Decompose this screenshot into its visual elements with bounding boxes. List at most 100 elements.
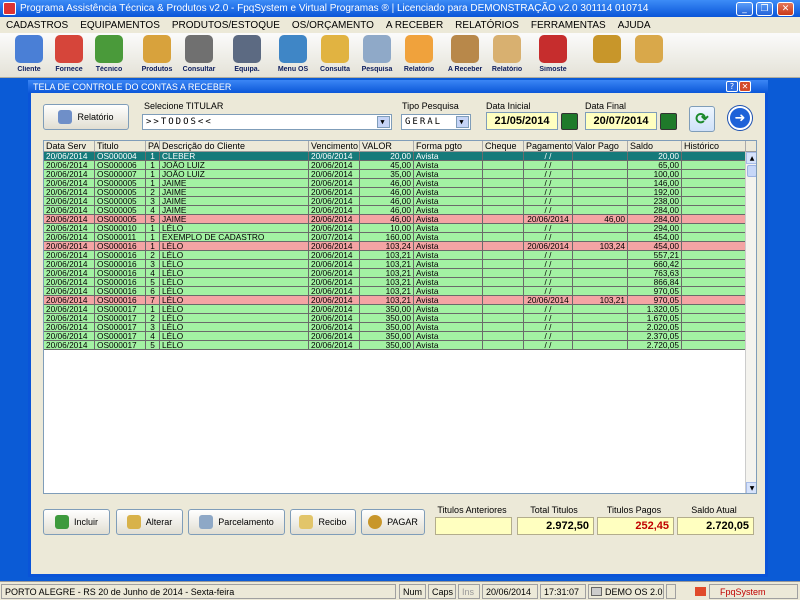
toolbar-button-7[interactable]: Consulta bbox=[316, 35, 354, 77]
refresh-button[interactable]: ⟳ bbox=[689, 106, 715, 132]
go-forward-button[interactable]: ➜ bbox=[728, 106, 752, 130]
table-cell bbox=[573, 278, 628, 287]
alterar-button[interactable]: Alterar bbox=[116, 509, 183, 535]
col-header-4[interactable]: Vencimento bbox=[309, 141, 360, 152]
table-row[interactable]: 20/06/2014 OS000016 4 LÉLO 20/06/2014 103,21 A… bbox=[44, 269, 746, 278]
col-header-10[interactable]: Saldo bbox=[628, 141, 682, 152]
dialog-title-bar[interactable]: TELA DE CONTROLE DO CONTAS A RECEBER bbox=[28, 80, 768, 93]
table-row[interactable]: 20/06/2014 OS000006 1 JOÃO LUIZ 20/06/2014 45… bbox=[44, 161, 746, 170]
table-row[interactable]: 20/06/2014 OS000005 2 JAIME 20/06/2014 46,00 A… bbox=[44, 188, 746, 197]
toolbar-button-14[interactable] bbox=[630, 35, 668, 77]
parcelamento-button[interactable]: Parcelamento bbox=[188, 509, 285, 535]
table-row[interactable]: 20/06/2014 OS000007 1 JOÃO LUIZ 20/06/2014 35… bbox=[44, 170, 746, 179]
toolbar-button-0[interactable]: Cliente bbox=[10, 35, 48, 77]
toolbar-button-12[interactable]: Simoste bbox=[534, 35, 572, 77]
table-row[interactable]: 20/06/2014 OS000016 1 LÉLO 20/06/2014 103,24 A… bbox=[44, 242, 746, 251]
maximize-button[interactable]: ❐ bbox=[756, 2, 773, 16]
col-header-7[interactable]: Cheque bbox=[483, 141, 524, 152]
app-title-bar[interactable]: Programa Assistência Técnica & Produtos … bbox=[0, 0, 800, 17]
table-row[interactable]: 20/06/2014 OS000017 3 LÉLO 20/06/2014 350,00 A… bbox=[44, 323, 746, 332]
menu-item-0[interactable]: CADASTROS bbox=[0, 20, 74, 31]
pagar-button[interactable]: PAGAR bbox=[361, 509, 425, 535]
table-row[interactable]: 20/06/2014 OS000005 5 JAIME 20/06/2014 46,00 A… bbox=[44, 215, 746, 224]
table-row[interactable]: 20/06/2014 OS000017 2 LÉLO 20/06/2014 350,00 A… bbox=[44, 314, 746, 323]
titular-select[interactable]: >>TODOS<< ▼ bbox=[142, 114, 392, 130]
table-row[interactable]: 20/06/2014 OS000005 4 JAIME 20/06/2014 46,00 A… bbox=[44, 206, 746, 215]
dialog-close-button[interactable]: ✕ bbox=[739, 81, 751, 92]
col-header-0[interactable]: Data Serv bbox=[44, 141, 95, 152]
col-header-1[interactable]: Titulo bbox=[95, 141, 146, 152]
table-cell bbox=[682, 296, 746, 305]
table-cell: 46,00 bbox=[573, 215, 628, 224]
vertical-scrollbar[interactable]: ▲ ▼ bbox=[745, 152, 756, 493]
menu-item-3[interactable]: OS/ORÇAMENTO bbox=[286, 20, 380, 31]
table-row[interactable]: 20/06/2014 OS000005 1 JAIME 20/06/2014 46,00 A… bbox=[44, 179, 746, 188]
table-cell bbox=[483, 242, 524, 251]
table-row[interactable]: 20/06/2014 OS000016 2 LÉLO 20/06/2014 103,21 A… bbox=[44, 251, 746, 260]
table-cell: OS000016 bbox=[95, 278, 146, 287]
scroll-thumb[interactable] bbox=[747, 165, 756, 177]
table-cell bbox=[682, 305, 746, 314]
scroll-up-icon[interactable]: ▲ bbox=[746, 152, 756, 164]
data-final-field[interactable]: 20/07/2014 bbox=[585, 112, 657, 130]
table-row[interactable]: 20/06/2014 OS000016 7 LÉLO 20/06/2014 103,21 A… bbox=[44, 296, 746, 305]
col-header-8[interactable]: Pagamento bbox=[524, 141, 573, 152]
table-cell bbox=[682, 215, 746, 224]
toolbar-button-5[interactable]: Equipa. bbox=[228, 35, 266, 77]
toolbar-button-4[interactable]: Consultar bbox=[180, 35, 218, 77]
tipo-pesquisa-value: GERAL bbox=[405, 117, 443, 127]
toolbar-button-10[interactable]: A Receber bbox=[446, 35, 484, 77]
incluir-button[interactable]: Incluir bbox=[43, 509, 110, 535]
menu-item-2[interactable]: PRODUTOS/ESTOQUE bbox=[166, 20, 286, 31]
calendar-icon[interactable] bbox=[660, 113, 677, 130]
table-row[interactable]: 20/06/2014 OS000005 3 JAIME 20/06/2014 46,00 A… bbox=[44, 197, 746, 206]
recibo-button[interactable]: Recibo bbox=[290, 509, 356, 535]
app-icon[interactable] bbox=[3, 2, 16, 15]
table-row[interactable]: 20/06/2014 OS000016 3 LÉLO 20/06/2014 103,21 A… bbox=[44, 260, 746, 269]
data-inicial-field[interactable]: 21/05/2014 bbox=[486, 112, 558, 130]
menu-item-5[interactable]: RELATÓRIOS bbox=[449, 20, 525, 31]
col-header-3[interactable]: Descrição do Cliente bbox=[160, 141, 309, 152]
chevron-down-icon[interactable]: ▼ bbox=[456, 116, 469, 128]
menu-item-7[interactable]: AJUDA bbox=[612, 20, 657, 31]
table-row[interactable]: 20/06/2014 OS000016 5 LÉLO 20/06/2014 103,21 A… bbox=[44, 278, 746, 287]
coin-icon bbox=[368, 515, 383, 529]
table-row[interactable]: 20/06/2014 OS000010 1 LÉLO 20/06/2014 10,00 Av… bbox=[44, 224, 746, 233]
table-cell: 20/06/2014 bbox=[44, 215, 95, 224]
toolbar-button-8[interactable]: Pesquisa bbox=[358, 35, 396, 77]
table-cell bbox=[682, 152, 746, 161]
toolbar-button-3[interactable]: Produtos bbox=[138, 35, 176, 77]
table-cell: JAIME bbox=[160, 206, 309, 215]
menu-item-4[interactable]: A RECEBER bbox=[380, 20, 449, 31]
dialog-help-button[interactable]: ? bbox=[726, 81, 738, 92]
table-row[interactable]: 20/06/2014 OS000016 6 LÉLO 20/06/2014 103,21 A… bbox=[44, 287, 746, 296]
menu-item-1[interactable]: EQUIPAMENTOS bbox=[74, 20, 166, 31]
table-row[interactable]: 20/06/2014 OS000011 1 EXEMPLO DE CADASTRO 20… bbox=[44, 233, 746, 242]
scroll-down-icon[interactable]: ▼ bbox=[746, 482, 756, 493]
col-header-5[interactable]: VALOR bbox=[360, 141, 414, 152]
calendar-icon[interactable] bbox=[561, 113, 578, 130]
menu-item-6[interactable]: FERRAMENTAS bbox=[525, 20, 612, 31]
col-header-9[interactable]: Valor Pago bbox=[573, 141, 628, 152]
minimize-button[interactable]: _ bbox=[736, 2, 753, 16]
chevron-down-icon[interactable]: ▼ bbox=[377, 116, 390, 128]
table-row[interactable]: 20/06/2014 OS000017 5 LÉLO 20/06/2014 350,00 A… bbox=[44, 341, 746, 350]
tipo-pesquisa-select[interactable]: GERAL ▼ bbox=[401, 114, 471, 130]
col-header-6[interactable]: Forma pgto bbox=[414, 141, 483, 152]
table-row[interactable]: 20/06/2014 OS000017 1 LÉLO 20/06/2014 350,00 A… bbox=[44, 305, 746, 314]
table-cell: 46,00 bbox=[360, 215, 414, 224]
toolbar-icon-11 bbox=[493, 35, 521, 63]
toolbar-button-13[interactable] bbox=[588, 35, 626, 77]
toolbar-button-11[interactable]: Relatório bbox=[488, 35, 526, 77]
toolbar-button-6[interactable]: Menu OS bbox=[274, 35, 312, 77]
col-header-2[interactable]: PA bbox=[146, 141, 160, 152]
toolbar-button-2[interactable]: Técnico bbox=[90, 35, 128, 77]
col-header-11[interactable]: Histórico bbox=[682, 141, 746, 152]
table-row[interactable]: 20/06/2014 OS000017 4 LÉLO 20/06/2014 350,00 A… bbox=[44, 332, 746, 341]
toolbar-button-1[interactable]: Fornece bbox=[50, 35, 88, 77]
relatorio-button[interactable]: Relatório bbox=[43, 104, 129, 130]
toolbar-button-9[interactable]: Relatório bbox=[400, 35, 438, 77]
close-button[interactable]: ✕ bbox=[777, 2, 794, 16]
table-row[interactable]: 20/06/2014 OS000004 1 CLEBER 20/06/2014 20,00… bbox=[44, 152, 746, 161]
status-time: 17:31:07 bbox=[540, 584, 586, 599]
